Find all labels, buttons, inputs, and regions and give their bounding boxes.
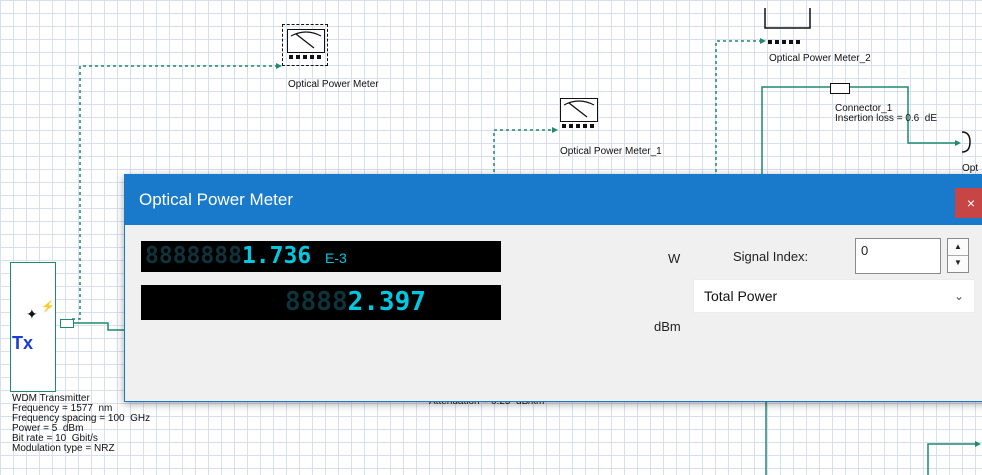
wire-to-connector: [761, 86, 830, 178]
signal-index-label: Signal Index:: [733, 249, 809, 264]
unit-dbm-label: dBm: [654, 319, 681, 334]
spin-up-icon[interactable]: ▲: [948, 239, 968, 256]
wire-vertical-bottom-2: [927, 443, 975, 475]
dialog-title[interactable]: Optical Power Meter: [125, 175, 982, 225]
optical-power-meter-component[interactable]: [282, 24, 328, 66]
signal-index-spinner[interactable]: ▲ ▼: [947, 238, 969, 273]
power-meter-ports: [289, 55, 321, 59]
connector-label: Connector_1 Insertion loss = 0.6 dE: [835, 103, 938, 124]
laser-diode-icon: ✦: [26, 306, 38, 322]
led-ghost-digits: 8888: [285, 287, 348, 317]
transmitter-label: WDM Transmitter Frequency = 1577 nm Freq…: [12, 393, 151, 454]
power-mode-selected: Total Power: [704, 288, 778, 304]
power-watts-display: 88888881.736 E-3: [141, 241, 501, 272]
pm1-label: Optical Power Meter_1: [560, 146, 662, 157]
wire-tx-out: [72, 322, 125, 331]
optical-power-meter-2-component[interactable]: [762, 4, 806, 44]
signal-index-input[interactable]: 0: [855, 238, 941, 274]
transmitter-output-port[interactable]: [60, 319, 74, 328]
wire-to-pm2: [715, 40, 760, 178]
laser-emission-icon: ⚡: [41, 301, 55, 313]
led-ghost-digits: 8888888: [145, 243, 242, 269]
pm2-label: Optical Power Meter_2: [769, 53, 871, 64]
chevron-down-icon: ⌄: [953, 289, 964, 303]
power-meter-icon: [560, 98, 598, 122]
power-watts-exponent: E-3: [325, 250, 347, 266]
power-dbm-display: 88882.397: [141, 285, 501, 320]
wdm-transmitter-component[interactable]: [10, 262, 56, 392]
optical-power-meter-dialog: Optical Power Meter × 88888881.736 E-3 8…: [124, 174, 982, 402]
wire-to-pm1: [493, 129, 552, 178]
power-watts-value: 1.736: [241, 243, 312, 269]
power-meter-ports: [768, 40, 800, 44]
close-button[interactable]: ×: [955, 188, 982, 218]
tx-symbol: Tx: [12, 333, 34, 353]
spin-down-icon[interactable]: ▼: [948, 255, 968, 271]
opt-fragment-label: Opt: [962, 163, 979, 174]
connector-component[interactable]: [830, 83, 850, 94]
power-meter-icon: [287, 29, 325, 53]
power-mode-select[interactable]: Total Power ⌄: [693, 279, 975, 313]
component-fragment: [961, 131, 971, 153]
pm0-label: Optical Power Meter: [288, 79, 379, 90]
optical-power-meter-1-component[interactable]: [556, 94, 600, 134]
power-dbm-value: 2.397: [347, 287, 426, 317]
unit-watts-label: W: [668, 251, 681, 266]
power-meter-ports: [562, 124, 594, 128]
